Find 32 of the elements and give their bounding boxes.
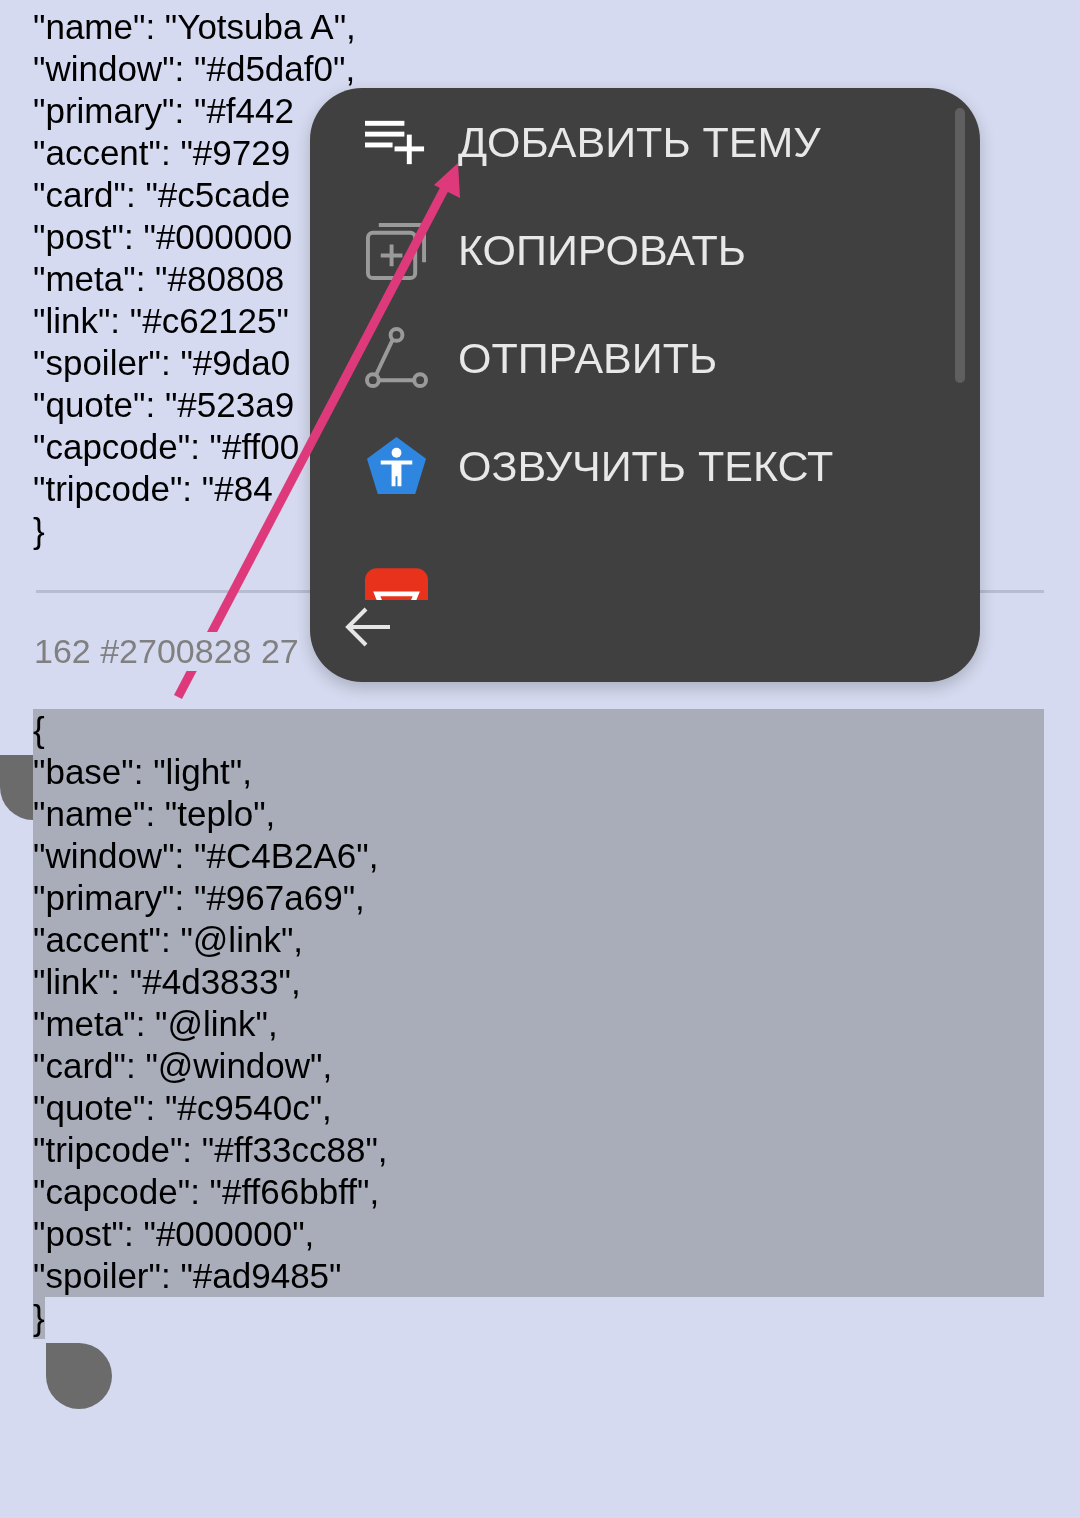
code-line: "quote": "#c9540c",: [33, 1087, 332, 1129]
menu-item[interactable]: ОТПРАВИТЬ: [310, 304, 980, 412]
code-line: "spoiler": "#ad9485": [33, 1255, 342, 1297]
menu-item[interactable]: ОЗВУЧИТЬ ТЕКСТ: [310, 412, 980, 520]
code-line: "window": "#d5daf0",: [33, 48, 356, 90]
code-line: "post": "#000000: [33, 216, 293, 258]
code-line: "name": "Yotsuba A",: [33, 6, 356, 48]
code-line: "spoiler": "#9da0: [33, 342, 291, 384]
code-line: "link": "#c62125": [33, 300, 289, 342]
code-line: }: [33, 510, 45, 552]
code-line: "post": "#000000",: [33, 1213, 315, 1255]
code-line: "meta": "#80808: [33, 258, 285, 300]
code-line: "card": "#c5cade: [33, 174, 291, 216]
code-line: "tripcode": "#84: [33, 468, 273, 510]
code-line: "capcode": "#ff66bbff",: [33, 1171, 380, 1213]
code-line: "meta": "@link",: [33, 1003, 278, 1045]
code-line: "card": "@window",: [33, 1045, 333, 1087]
code-line: "accent": "@link",: [33, 919, 304, 961]
code-line: "capcode": "#ff00: [33, 426, 300, 468]
menu-item[interactable]: ДОБАВИТЬ ТЕМУ: [310, 88, 980, 196]
post-meta: 162 #2700828 27: [34, 631, 299, 671]
code-line: "name": "teplo",: [33, 793, 276, 835]
code-line: "tripcode": "#ff33cc88",: [33, 1129, 388, 1171]
menu-item[interactable]: КОПИРОВАТЬ: [310, 196, 980, 304]
code-line: "primary": "#967a69",: [33, 877, 365, 919]
code-line: "link": "#4d3833",: [33, 961, 301, 1003]
code-line: "accent": "#9729: [33, 132, 291, 174]
code-line: {: [33, 709, 45, 751]
code-line: "primary": "#f442: [33, 90, 294, 132]
code-line: "quote": "#523a9: [33, 384, 295, 426]
code-line: "base": "light",: [33, 751, 252, 793]
code-line: "window": "#C4B2A6",: [33, 835, 379, 877]
